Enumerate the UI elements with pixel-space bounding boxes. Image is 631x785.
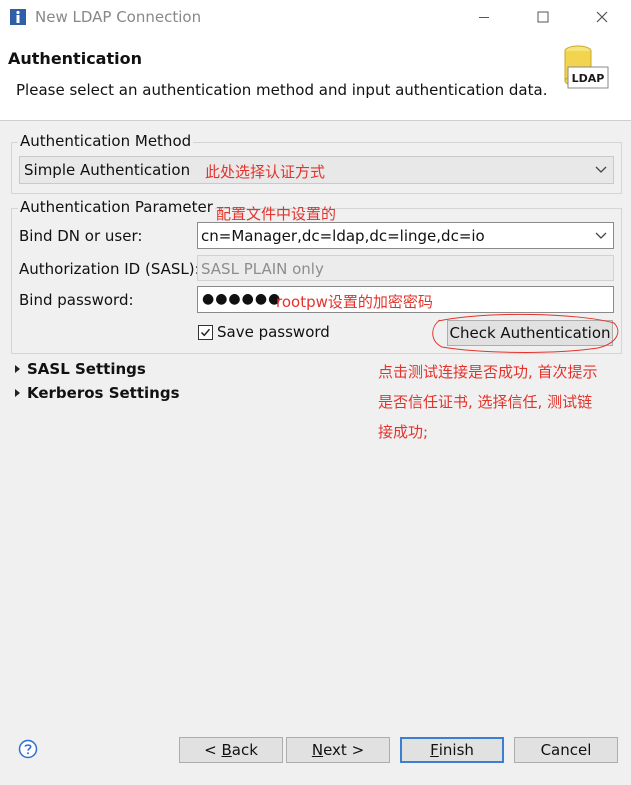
chevron-down-icon [595,166,607,173]
close-button[interactable] [582,4,622,30]
annotation-line-2: 是否信任证书, 选择信任, 测试链 [378,393,593,411]
help-icon[interactable] [18,739,38,759]
back-prefix: < [204,741,222,759]
page-description: Please select an authentication method a… [16,81,548,99]
wizard-footer: < Back Next > Finish Cancel [0,711,631,785]
maximize-button[interactable] [523,4,563,30]
auth-param-legend: Authentication Parameter [18,198,215,216]
minimize-button[interactable] [464,4,504,30]
authz-id-label: Authorization ID (SASL): [19,260,200,278]
window-title: New LDAP Connection [35,8,202,26]
back-rest: ack [231,741,258,759]
annotation-line-3: 接成功; [378,423,429,441]
auth-method-value: Simple Authentication [24,161,191,179]
cancel-button[interactable]: Cancel [514,737,618,763]
ldap-icon-text: LDAP [572,72,605,85]
minimize-icon [479,17,489,18]
ldap-database-icon: LDAP [564,45,609,89]
annotation-line-1: 点击测试连接是否成功, 首次提示 [378,363,598,381]
checkmark-icon [200,328,211,337]
password-note: rootpw设置的加密密码 [276,293,433,311]
maximize-icon [537,11,549,23]
hand-drawn-circle-annotation [432,313,619,353]
title-bar: New LDAP Connection [0,0,631,34]
next-rest: ext > [323,741,365,759]
page-title: Authentication [8,49,142,68]
bind-dn-value: cn=Manager,dc=ldap,dc=linge,dc=io [201,227,485,245]
password-mask: ●●●●●● [202,291,282,307]
back-button[interactable]: < Back [179,737,283,763]
kerberos-settings-toggle[interactable]: Kerberos Settings [27,384,180,402]
authz-id-input: SASL PLAIN only [197,255,614,281]
sasl-settings-toggle[interactable]: SASL Settings [27,360,146,378]
close-icon [596,11,608,23]
auth-param-note: 配置文件中设置的 [216,205,337,223]
next-button[interactable]: Next > [286,737,390,763]
wizard-banner: Authentication Please select an authenti… [0,34,631,121]
back-mnemonic: B [221,741,232,759]
finish-rest: inish [438,741,474,759]
save-password-label[interactable]: Save password [217,323,330,341]
sasl-expand-icon[interactable] [15,365,20,373]
auth-method-select[interactable]: Simple Authentication 此处选择认证方式 [19,156,614,184]
kerberos-expand-icon[interactable] [15,389,20,397]
save-password-checkbox[interactable] [198,325,213,340]
finish-button[interactable]: Finish [400,737,504,763]
finish-mnemonic: F [430,741,439,759]
auth-method-note: 此处选择认证方式 [205,163,326,181]
password-input[interactable]: ●●●●●● rootpw设置的加密密码 [197,286,614,313]
password-label: Bind password: [19,291,134,309]
authz-id-placeholder: SASL PLAIN only [201,260,324,278]
bind-dn-label: Bind DN or user: [19,227,143,245]
content-panel: Authentication Method Simple Authenticat… [0,121,631,711]
next-mnemonic: N [311,741,324,759]
app-icon [10,9,26,25]
chevron-down-icon[interactable] [595,232,607,240]
auth-method-legend: Authentication Method [18,132,194,150]
bind-dn-input[interactable]: cn=Manager,dc=ldap,dc=linge,dc=io [197,222,614,249]
